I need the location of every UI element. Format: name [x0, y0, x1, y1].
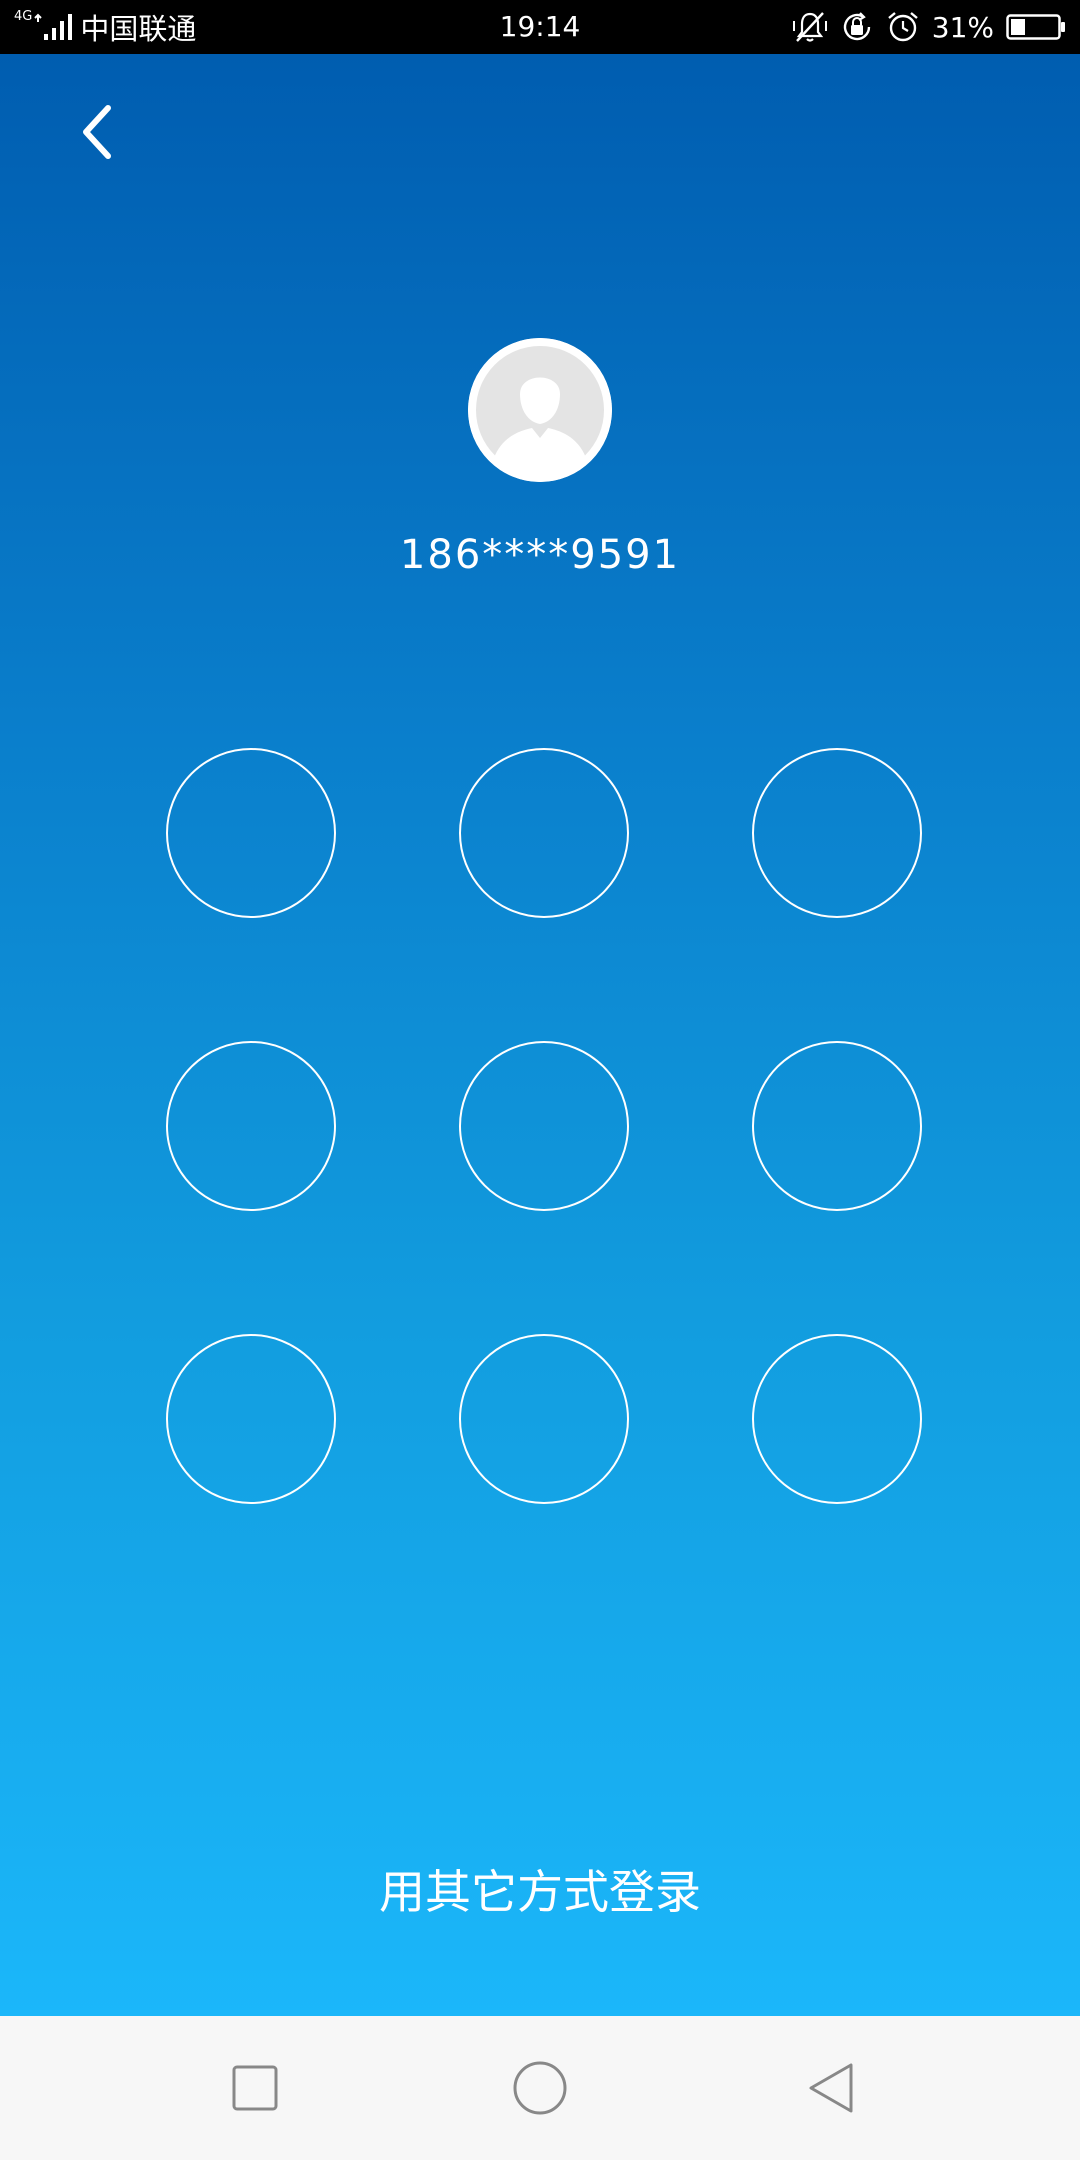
vibrate-mute-icon [792, 12, 827, 42]
back-nav-button[interactable] [794, 2052, 866, 2124]
pattern-dot-7[interactable] [166, 1334, 336, 1504]
main-content: 186****9591 用其它方式登录 [0, 54, 1080, 2016]
home-circle-icon [513, 2061, 567, 2115]
recents-square-icon [232, 2065, 278, 2111]
pattern-dot-5[interactable] [459, 1041, 629, 1211]
pattern-dot-1[interactable] [166, 748, 336, 918]
system-navigation-bar [0, 2016, 1080, 2160]
pattern-dot-2[interactable] [459, 748, 629, 918]
battery-percent: 31% [931, 10, 994, 44]
back-button[interactable] [70, 94, 126, 170]
pattern-dot-9[interactable] [752, 1334, 922, 1504]
pattern-dot-4[interactable] [166, 1041, 336, 1211]
pattern-lock-grid[interactable] [166, 748, 928, 1510]
chevron-left-icon [83, 105, 111, 159]
other-login-method-link[interactable]: 用其它方式登录 [0, 1856, 1080, 1922]
pattern-dot-3[interactable] [752, 748, 922, 918]
default-user-avatar-icon [468, 338, 612, 482]
account-phone-number: 186****9591 [399, 532, 681, 578]
avatar [468, 338, 612, 482]
back-triangle-icon [809, 2063, 853, 2113]
pattern-dot-6[interactable] [752, 1041, 922, 1211]
status-bar: 4G 中国联通 19:14 31% [0, 0, 1080, 54]
rotation-lock-icon [843, 12, 870, 41]
recents-button[interactable] [219, 2052, 291, 2124]
home-button[interactable] [504, 2052, 576, 2124]
alarm-icon [887, 12, 918, 42]
battery-icon [1006, 14, 1065, 40]
app-screen: 4G 中国联通 19:14 31% 186****9591 用其它方式登录 [0, 0, 1080, 2160]
pattern-dot-8[interactable] [459, 1334, 629, 1504]
status-right: 31% [792, 0, 1066, 54]
